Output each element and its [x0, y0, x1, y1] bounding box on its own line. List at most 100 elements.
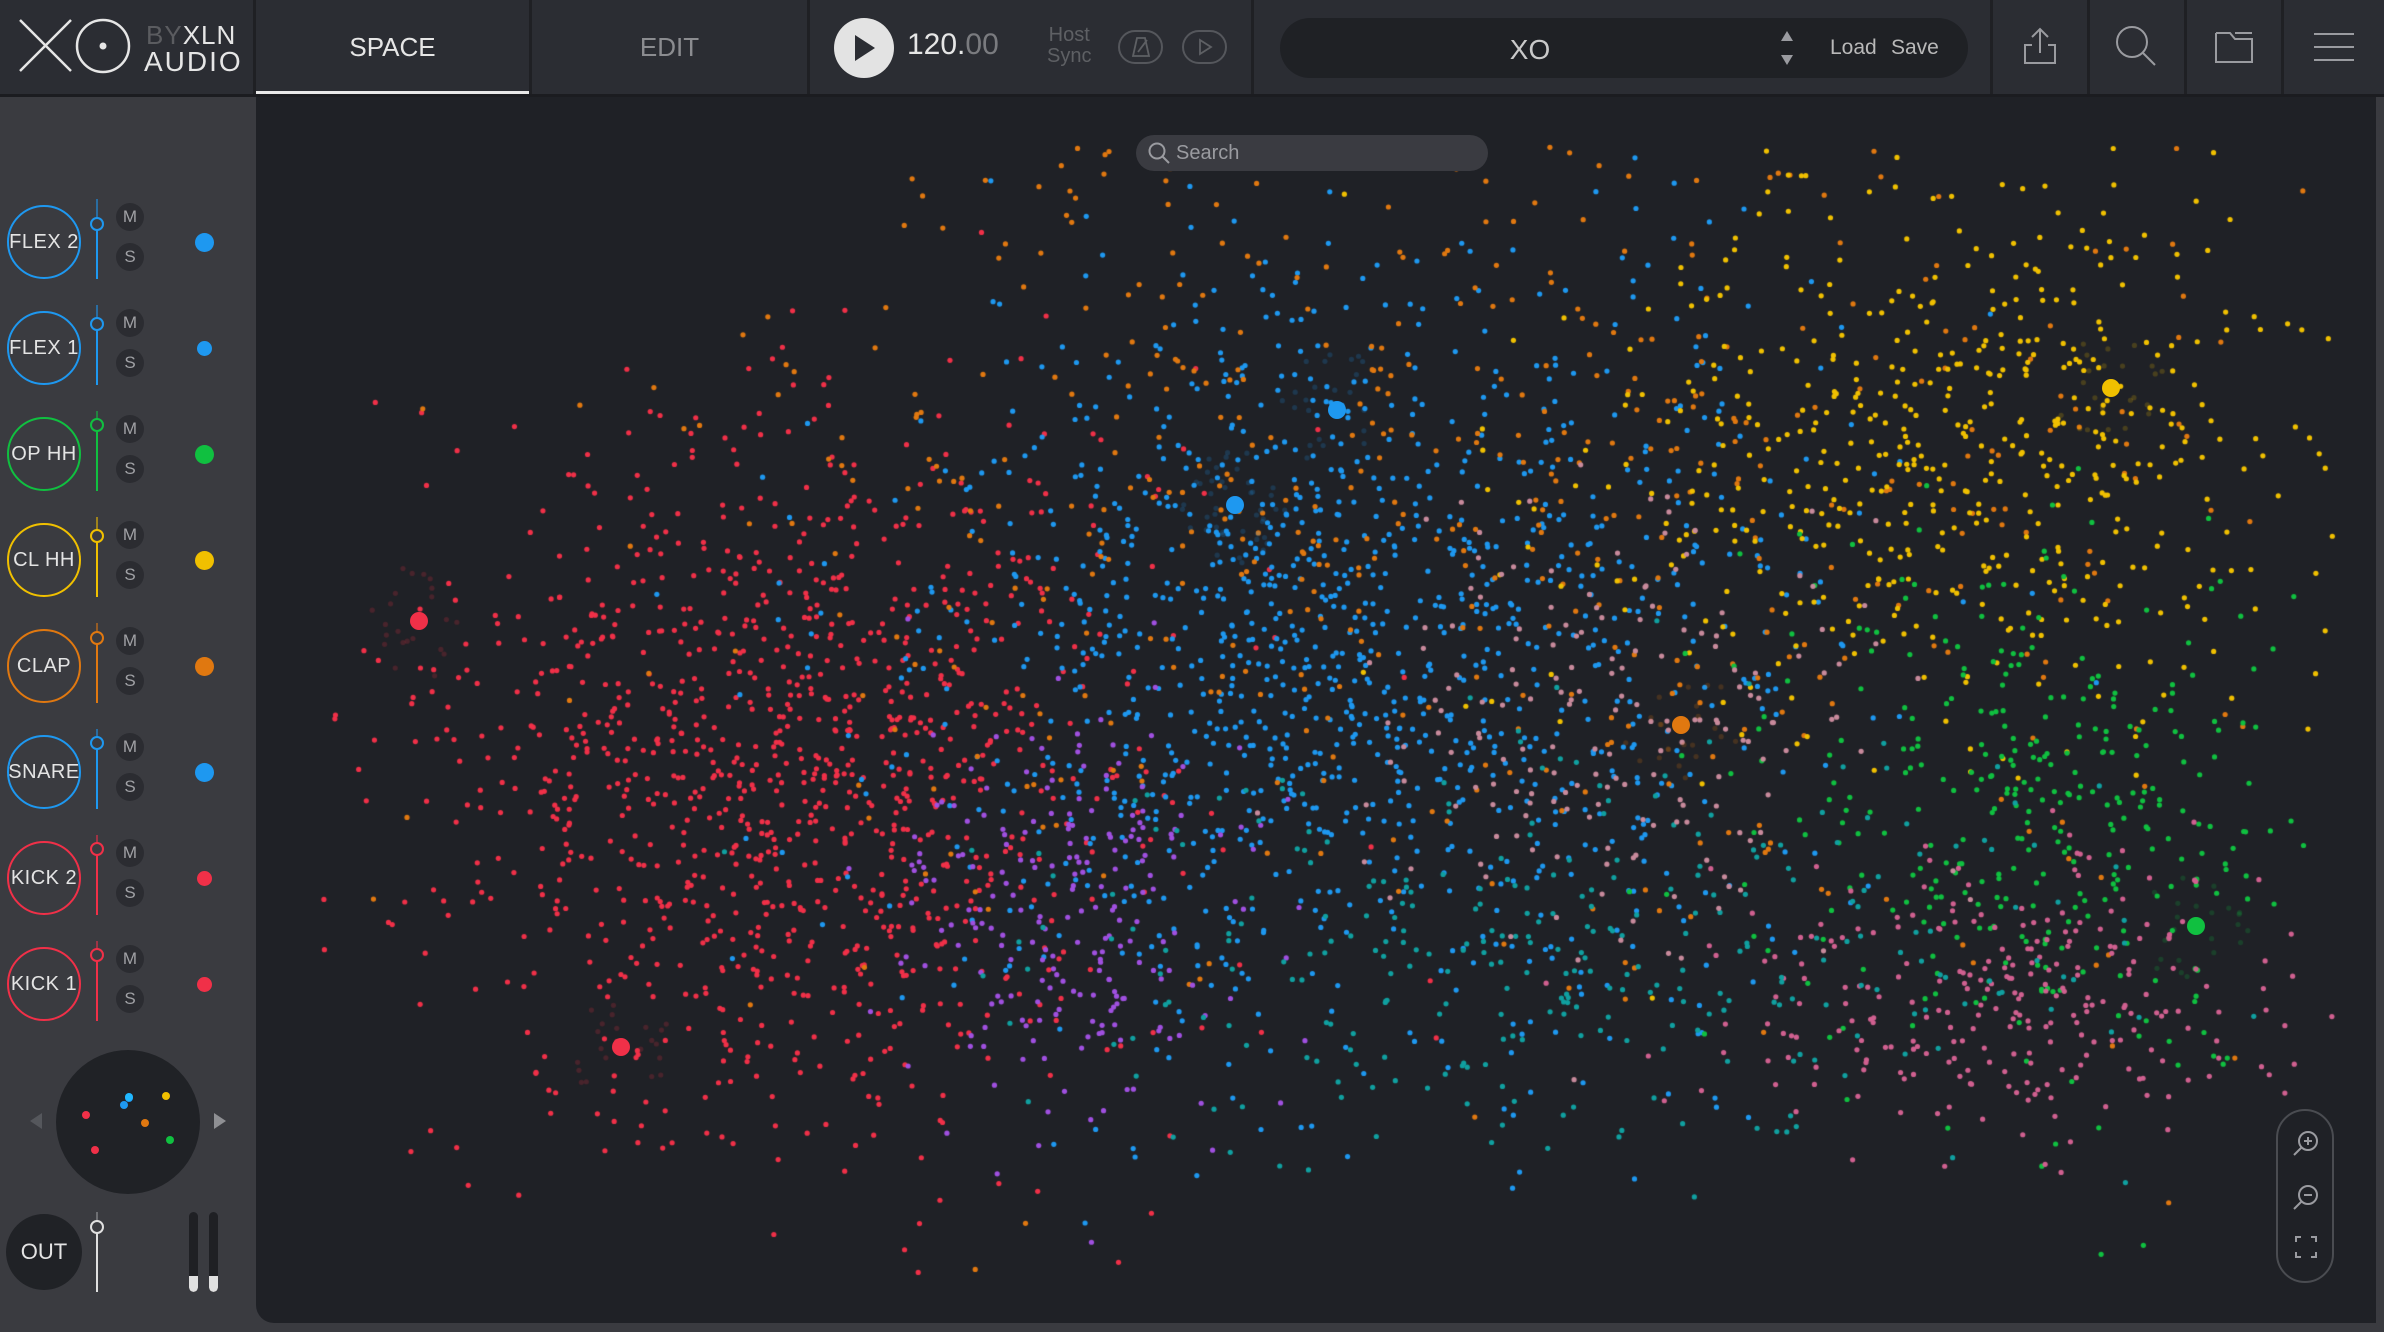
- channel-select-button[interactable]: KICK 1: [7, 947, 81, 1021]
- sample-space-map[interactable]: [256, 97, 2376, 1323]
- channel-volume-fader[interactable]: [90, 623, 104, 703]
- tab-edit-label: EDIT: [639, 31, 700, 62]
- tab-edit[interactable]: EDIT: [532, 0, 810, 94]
- mute-button[interactable]: M: [116, 203, 144, 231]
- folder-icon: [2215, 32, 2253, 63]
- preset-name[interactable]: XO: [1280, 34, 1780, 66]
- channel-color-dot: [194, 232, 214, 252]
- fader-knob[interactable]: [90, 529, 104, 543]
- fader-knob[interactable]: [90, 217, 104, 231]
- save-button[interactable]: Save: [1891, 36, 1939, 60]
- channel-volume-fader[interactable]: [90, 305, 104, 385]
- channel-volume-fader[interactable]: [90, 199, 104, 279]
- channel-name: CL HH: [13, 548, 75, 571]
- mute-button[interactable]: M: [116, 309, 144, 337]
- output-volume-fader[interactable]: [90, 1212, 104, 1292]
- channel-select-button[interactable]: CL HH: [7, 523, 81, 597]
- solo-button[interactable]: S: [116, 985, 144, 1013]
- bpm-field[interactable]: 120.00: [907, 28, 999, 62]
- channel-name: KICK 2: [10, 866, 78, 889]
- minimap-dot: [165, 1135, 174, 1144]
- browser-button[interactable]: [2187, 0, 2284, 94]
- search-input[interactable]: [1172, 141, 1476, 165]
- fader-track-bottom: [96, 637, 98, 703]
- channel-volume-fader[interactable]: [90, 517, 104, 597]
- search-field[interactable]: [1136, 135, 1488, 171]
- metronome-button[interactable]: [1118, 30, 1163, 64]
- tab-space[interactable]: SPACE: [256, 0, 532, 94]
- export-button[interactable]: [1993, 0, 2090, 94]
- minimap-dot: [141, 1119, 150, 1128]
- mute-button[interactable]: M: [116, 627, 144, 655]
- minimap-prev-arrow-icon[interactable]: [30, 1113, 42, 1129]
- mute-button[interactable]: M: [116, 733, 144, 761]
- minimap[interactable]: [56, 1050, 200, 1194]
- sample-scatter-canvas[interactable]: [256, 97, 2376, 1323]
- output-button[interactable]: OUT: [6, 1214, 82, 1290]
- zoom-out-icon[interactable]: [2292, 1183, 2320, 1211]
- channel-select-button[interactable]: FLEX 2: [7, 205, 81, 279]
- channel-select-button[interactable]: CLAP: [7, 629, 81, 703]
- selected-sample-clap[interactable]: [1671, 715, 1690, 734]
- transport: 120.00 Host Sync: [810, 0, 1254, 94]
- header-bar: BYXLN AUDIO SPACE EDIT 120.00 Host Sync: [0, 0, 2384, 97]
- search-icon: [2116, 26, 2156, 66]
- channel-color-dot: [196, 976, 212, 992]
- selected-sample-op-hh[interactable]: [2186, 916, 2205, 935]
- channel-volume-fader[interactable]: [90, 729, 104, 809]
- output-meter-left: [189, 1212, 198, 1292]
- search-button[interactable]: [2090, 0, 2187, 94]
- fader-knob[interactable]: [90, 736, 104, 750]
- mute-button[interactable]: M: [116, 415, 144, 443]
- selected-sample-kick-1[interactable]: [410, 611, 429, 630]
- play-button[interactable]: [834, 18, 894, 78]
- fader-track-bottom: [96, 848, 98, 915]
- preset-up-down-icon[interactable]: [1776, 28, 1798, 68]
- channel-select-button[interactable]: OP HH: [7, 417, 81, 491]
- pattern-play-button[interactable]: [1182, 30, 1227, 64]
- minimap-dot: [91, 1145, 100, 1154]
- mute-button[interactable]: M: [116, 945, 144, 973]
- solo-button[interactable]: S: [116, 243, 144, 271]
- host-sync-line2: Sync: [1047, 45, 1092, 67]
- fader-knob[interactable]: [90, 631, 104, 645]
- logo-audio-text: AUDIO: [144, 46, 243, 77]
- fader-knob[interactable]: [90, 317, 104, 331]
- solo-button[interactable]: S: [116, 349, 144, 377]
- channel-select-button[interactable]: SNARE: [7, 735, 81, 809]
- channel-select-button[interactable]: FLEX 1: [7, 311, 81, 385]
- meter-left-fill: [189, 1276, 198, 1292]
- channel-volume-fader[interactable]: [90, 835, 104, 915]
- zoom-in-icon[interactable]: [2292, 1129, 2320, 1157]
- tab-space-label: SPACE: [349, 31, 436, 62]
- load-button[interactable]: Load: [1830, 36, 1877, 60]
- export-icon: [2024, 27, 2056, 64]
- minimap-next-arrow-icon[interactable]: [214, 1113, 226, 1129]
- menu-button[interactable]: [2284, 0, 2384, 94]
- fit-screen-icon[interactable]: [2292, 1233, 2320, 1261]
- channel-strip-flex-2: FLEX 2 MS: [0, 199, 256, 311]
- channel-select-button[interactable]: KICK 2: [7, 841, 81, 915]
- fader-knob[interactable]: [90, 842, 104, 856]
- solo-button[interactable]: S: [116, 773, 144, 801]
- selected-sample-cl-hh[interactable]: [2102, 378, 2120, 397]
- channel-strip-snare: SNARE M S: [0, 729, 256, 841]
- metronome-icon: [1131, 37, 1150, 57]
- preset-selector[interactable]: XO Load Save: [1280, 18, 1968, 78]
- fader-knob[interactable]: [90, 948, 104, 962]
- selected-sample-flex-2[interactable]: [1328, 400, 1347, 419]
- channel-color-dot: [194, 656, 214, 676]
- channel-volume-fader[interactable]: [90, 941, 104, 1021]
- selected-sample-kick-2[interactable]: [611, 1038, 630, 1057]
- mute-button[interactable]: M: [116, 839, 144, 867]
- solo-button[interactable]: S: [116, 667, 144, 695]
- solo-button[interactable]: S: [116, 879, 144, 907]
- mute-button[interactable]: M: [116, 521, 144, 549]
- solo-button[interactable]: S: [116, 455, 144, 483]
- solo-button[interactable]: S: [116, 561, 144, 589]
- output-fader-knob[interactable]: [90, 1220, 104, 1234]
- host-sync-label[interactable]: Host Sync: [1047, 25, 1091, 67]
- channel-volume-fader[interactable]: [90, 411, 104, 491]
- fader-knob[interactable]: [90, 418, 104, 432]
- xo-logo: BYXLN AUDIO: [0, 0, 256, 94]
